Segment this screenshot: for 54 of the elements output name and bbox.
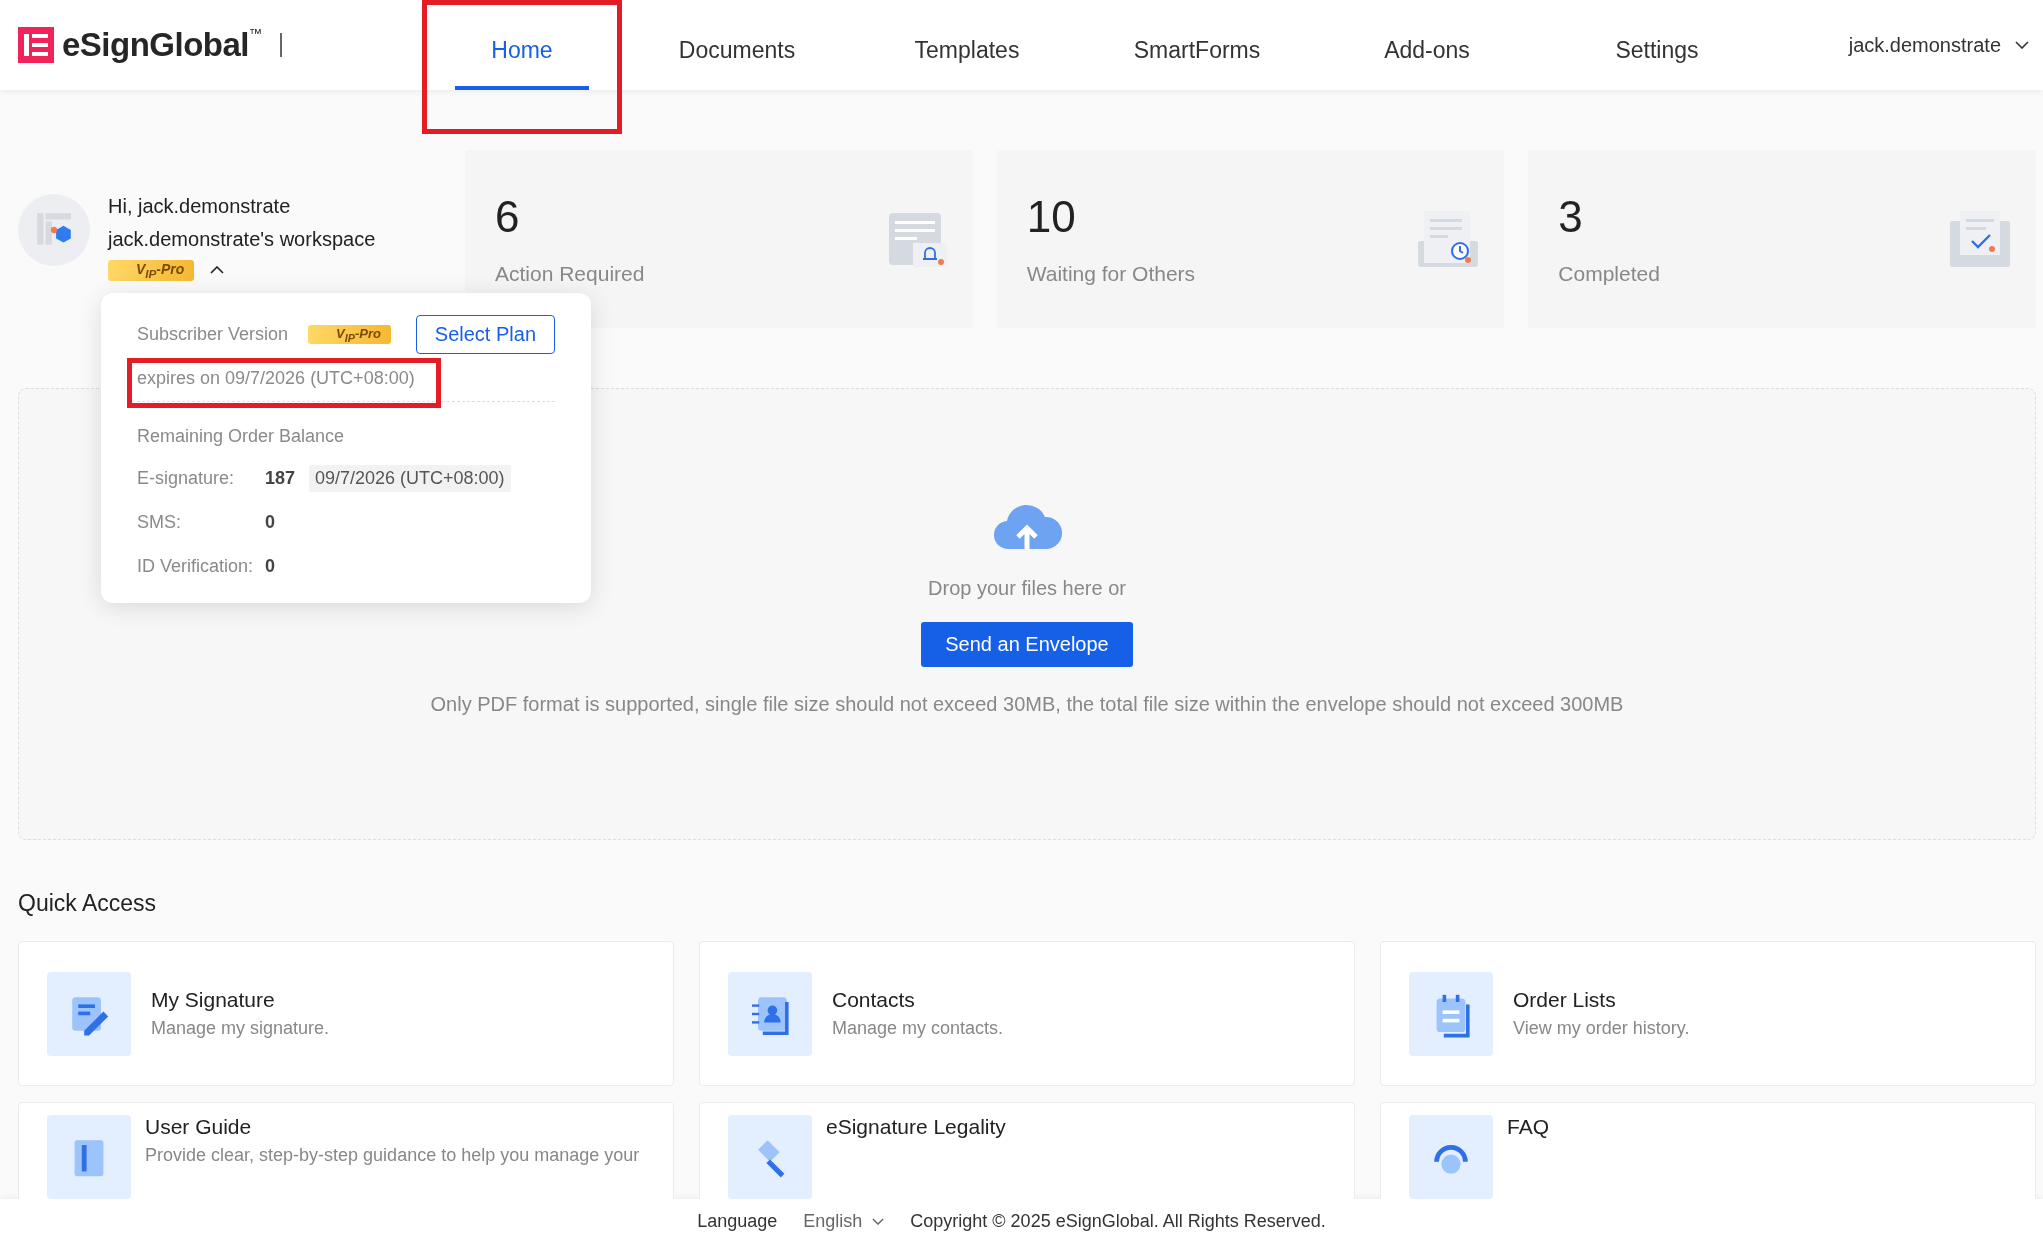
stat-card[interactable]: 10 Waiting for Others <box>996 150 1505 328</box>
quick-access-description: Provide clear, step-by-step guidance to help you manage your <box>145 1145 640 1166</box>
select-plan-button[interactable]: Select Plan <box>415 315 555 354</box>
subscriber-label: Subscriber Version <box>137 324 289 345</box>
balance-value: 0 <box>265 555 276 577</box>
nav-tab[interactable]: Templates <box>878 0 1056 90</box>
quick-access-card[interactable]: My Signature Manage my signature. <box>18 941 674 1086</box>
balance-label: ID Verification: <box>137 555 255 577</box>
balance-label: E-signature: <box>137 467 236 489</box>
stat-count: 3 <box>1558 192 1584 242</box>
stat-label: Action Required <box>495 262 645 286</box>
stat-count: 10 <box>1026 192 1077 242</box>
nav-tab[interactable]: Add-ons <box>1348 0 1506 90</box>
quick-access-title: Contacts <box>832 988 916 1012</box>
balance-date: 09/7/2026 (UTC+08:00) <box>309 464 511 492</box>
plan-badge: V$_{IP}$-Pro <box>108 260 195 281</box>
balance-value: 0 <box>265 511 276 533</box>
stat-label: Waiting for Others <box>1026 262 1196 286</box>
quick-access-card[interactable]: Contacts Manage my contacts. <box>699 941 1355 1086</box>
send-envelope-button[interactable]: Send an Envelope <box>921 622 1133 667</box>
language-select[interactable]: English <box>803 1210 885 1232</box>
quick-access-description: View my order history. <box>1513 1018 1690 1039</box>
nav-tab[interactable]: Documents <box>642 0 832 90</box>
quick-access-description: Manage my signature. <box>151 1018 330 1039</box>
quick-access-card[interactable]: FAQ <box>1380 1102 2036 1199</box>
greeting: Hi, jack.demonstrate <box>108 194 292 219</box>
stat-count: 6 <box>495 192 521 242</box>
quick-access-card[interactable]: User Guide Provide clear, step-by-step guidance to help you manage your <box>18 1102 674 1199</box>
workspace-name: jack.demonstrate's workspace <box>108 227 376 252</box>
balance-label: SMS: <box>137 511 182 533</box>
plan-badge: V$_{IP}$-Pro <box>308 324 391 345</box>
language-label: Language <box>697 1210 778 1232</box>
user-menu[interactable]: jack.demonstrate <box>1848 33 2043 57</box>
quick-access-title: User Guide <box>145 1115 253 1139</box>
nav-tab[interactable]: Settings <box>1579 0 1735 90</box>
balance-title: Remaining Order Balance <box>137 426 346 447</box>
brand-name: eSignGlobal$^{™}$ <box>62 26 262 64</box>
quick-access-description: Manage my contacts. <box>832 1018 1004 1039</box>
drop-hint: Drop your files here or <box>928 577 1126 600</box>
quick-access-title: eSignature Legality <box>826 1115 1006 1139</box>
upload-note: Only PDF format is supported, single file size should not exceed 30MB, the total file size within the envelope should not exceed 300MB <box>430 693 1624 716</box>
section-title: Quick Access <box>18 890 158 917</box>
quick-access-card[interactable]: eSignature Legality <box>699 1102 1355 1199</box>
expiry-text: expires on 09/7/2026 (UTC+08:00) <box>137 368 415 388</box>
quick-access-title: My Signature <box>151 988 276 1012</box>
quick-access-title: Order Lists <box>1513 988 1617 1012</box>
quick-access-card[interactable]: Order Lists View my order history. <box>1380 941 2036 1086</box>
stat-label: Completed <box>1558 262 1660 286</box>
nav-tab[interactable]: Home <box>455 0 589 90</box>
stat-card[interactable]: 3 Completed <box>1528 150 2036 328</box>
quick-access-title: FAQ <box>1507 1115 1549 1139</box>
copyright-text: Copyright © 2025 eSignGlobal. All Rights Reserved. <box>910 1210 1326 1232</box>
balance-value: 187 <box>265 467 297 489</box>
nav-tab[interactable]: SmartForms <box>1097 0 1297 90</box>
